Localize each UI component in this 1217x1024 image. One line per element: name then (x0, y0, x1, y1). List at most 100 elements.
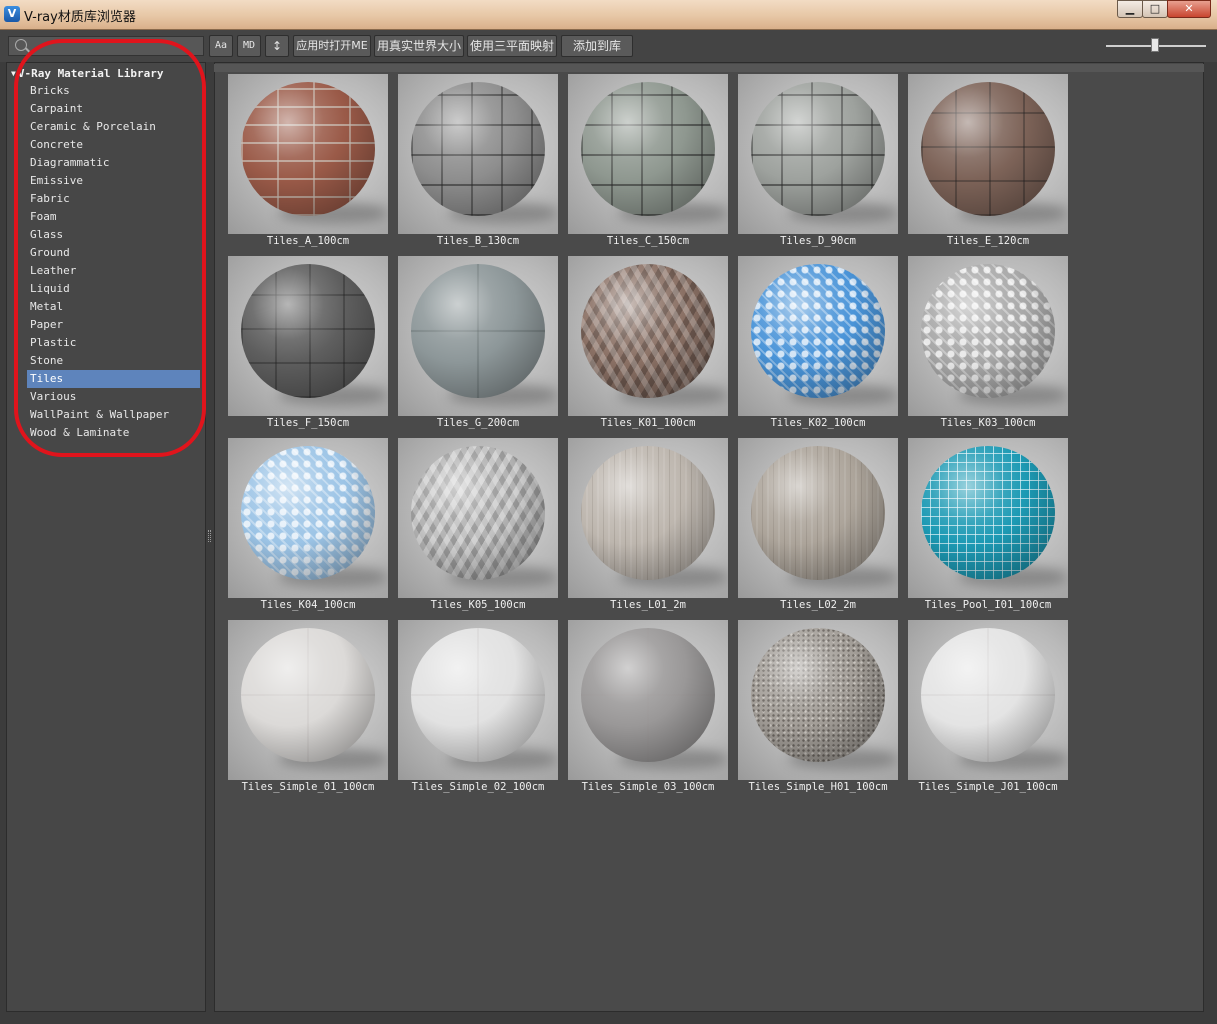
material-thumbnail[interactable] (908, 620, 1068, 780)
slider-handle[interactable] (1151, 38, 1159, 52)
tree-item-emissive[interactable]: Emissive (27, 172, 200, 190)
material-item[interactable]: Tiles_A_100cm (228, 74, 388, 256)
material-thumbnail[interactable] (908, 74, 1068, 234)
tree-item-tiles[interactable]: Tiles (27, 370, 200, 388)
window-bottom-frame (0, 1012, 1217, 1024)
material-thumbnail[interactable] (228, 74, 388, 234)
tree-item-leather[interactable]: Leather (27, 262, 200, 280)
material-item[interactable]: Tiles_L02_2m (738, 438, 898, 620)
match-case-button[interactable]: Aa (209, 35, 233, 57)
material-preview-sphere (411, 446, 545, 580)
material-name: Tiles_Simple_03_100cm (581, 781, 715, 793)
material-item[interactable]: Tiles_Simple_03_100cm (568, 620, 728, 802)
material-thumbnail[interactable] (228, 438, 388, 598)
maximize-button[interactable]: □ (1142, 0, 1168, 18)
material-thumbnail[interactable] (568, 256, 728, 416)
expand-arrow-icon[interactable]: ▼ (11, 69, 16, 78)
material-item[interactable]: Tiles_K03_100cm (908, 256, 1068, 438)
material-thumbnail[interactable] (568, 620, 728, 780)
material-thumbnail[interactable] (398, 74, 558, 234)
tree-item-carpaint[interactable]: Carpaint (27, 100, 200, 118)
tree-item-ground[interactable]: Ground (27, 244, 200, 262)
material-preview-sphere (921, 82, 1055, 216)
tree-item-glass[interactable]: Glass (27, 226, 200, 244)
window-controls: ▁ □ ✕ (1117, 0, 1211, 20)
material-item[interactable]: Tiles_E_120cm (908, 74, 1068, 256)
tree-item-various[interactable]: Various (27, 388, 200, 406)
material-item[interactable]: Tiles_Simple_H01_100cm (738, 620, 898, 802)
material-name: Tiles_A_100cm (266, 235, 350, 247)
tree-item-stone[interactable]: Stone (27, 352, 200, 370)
close-button[interactable]: ✕ (1167, 0, 1211, 18)
material-thumbnail[interactable] (738, 74, 898, 234)
material-item[interactable]: Tiles_K02_100cm (738, 256, 898, 438)
material-thumbnail[interactable] (738, 620, 898, 780)
material-name: Tiles_K01_100cm (600, 417, 696, 429)
material-name: Tiles_D_90cm (780, 235, 856, 247)
material-item[interactable]: Tiles_K05_100cm (398, 438, 558, 620)
material-name: Tiles_Pool_I01_100cm (924, 599, 1052, 611)
material-item[interactable]: Tiles_G_200cm (398, 256, 558, 438)
tree-item-diagrammatic[interactable]: Diagrammatic (27, 154, 200, 172)
search-input[interactable] (29, 38, 203, 56)
sort-button[interactable]: ↕ (265, 35, 289, 57)
material-thumbnail[interactable] (908, 256, 1068, 416)
material-preview-sphere (581, 264, 715, 398)
material-name: Tiles_L02_2m (780, 599, 856, 611)
minimize-button[interactable]: ▁ (1117, 0, 1143, 18)
material-name: Tiles_K05_100cm (430, 599, 526, 611)
grid-top-scrollbar[interactable] (214, 64, 1204, 72)
material-thumbnail[interactable] (908, 438, 1068, 598)
material-item[interactable]: Tiles_K04_100cm (228, 438, 388, 620)
add-to-library-button[interactable]: 添加到库 (561, 35, 633, 57)
material-item[interactable]: Tiles_F_150cm (228, 256, 388, 438)
material-name: Tiles_F_150cm (266, 417, 350, 429)
tree-item-concrete[interactable]: Concrete (27, 136, 200, 154)
material-preview-sphere (751, 264, 885, 398)
material-thumbnail[interactable] (228, 620, 388, 780)
material-name: Tiles_K02_100cm (770, 417, 866, 429)
material-item[interactable]: Tiles_C_150cm (568, 74, 728, 256)
material-thumbnail[interactable] (738, 256, 898, 416)
material-item[interactable]: Tiles_Simple_01_100cm (228, 620, 388, 802)
material-item[interactable]: Tiles_B_130cm (398, 74, 558, 256)
material-thumbnail[interactable] (398, 256, 558, 416)
search-box[interactable] (8, 36, 204, 56)
material-name: Tiles_Simple_J01_100cm (918, 781, 1058, 793)
tree-item-wallpaint-wallpaper[interactable]: WallPaint & Wallpaper (27, 406, 200, 424)
material-thumbnail[interactable] (738, 438, 898, 598)
tree-item-foam[interactable]: Foam (27, 208, 200, 226)
material-item[interactable]: Tiles_Simple_J01_100cm (908, 620, 1068, 802)
tree-item-bricks[interactable]: Bricks (27, 82, 200, 100)
material-thumbnail[interactable] (398, 438, 558, 598)
material-thumbnail[interactable] (568, 438, 728, 598)
material-item[interactable]: Tiles_Simple_02_100cm (398, 620, 558, 802)
material-name: Tiles_B_130cm (436, 235, 520, 247)
material-name: Tiles_Simple_01_100cm (241, 781, 375, 793)
tree-item-metal[interactable]: Metal (27, 298, 200, 316)
tree-item-plastic[interactable]: Plastic (27, 334, 200, 352)
md-button[interactable]: MD (237, 35, 261, 57)
tree-item-ceramic-porcelain[interactable]: Ceramic & Porcelain (27, 118, 200, 136)
triplanar-mapping-button[interactable]: 使用三平面映射 (467, 35, 557, 57)
tree-item-liquid[interactable]: Liquid (27, 280, 200, 298)
tree-root[interactable]: ▼ V-Ray Material Library (11, 67, 164, 80)
splitter-grip-icon[interactable] (208, 530, 211, 542)
toolbar: Aa MD ↕ 应用时打开ME 用真实世界大小 使用三平面映射 添加到库 (0, 30, 1217, 62)
material-thumbnail[interactable] (398, 620, 558, 780)
material-preview-sphere (751, 446, 885, 580)
real-world-size-button[interactable]: 用真实世界大小 (374, 35, 464, 57)
material-thumbnail[interactable] (568, 74, 728, 234)
material-preview-sphere (241, 446, 375, 580)
tree-item-wood-laminate[interactable]: Wood & Laminate (27, 424, 200, 442)
material-item[interactable]: Tiles_D_90cm (738, 74, 898, 256)
material-item[interactable]: Tiles_K01_100cm (568, 256, 728, 438)
open-in-me-button[interactable]: 应用时打开ME (293, 35, 371, 57)
material-thumbnail[interactable] (228, 256, 388, 416)
material-item[interactable]: Tiles_Pool_I01_100cm (908, 438, 1068, 620)
tree-item-paper[interactable]: Paper (27, 316, 200, 334)
material-preview-sphere (411, 264, 545, 398)
material-name: Tiles_G_200cm (436, 417, 520, 429)
tree-item-fabric[interactable]: Fabric (27, 190, 200, 208)
material-item[interactable]: Tiles_L01_2m (568, 438, 728, 620)
